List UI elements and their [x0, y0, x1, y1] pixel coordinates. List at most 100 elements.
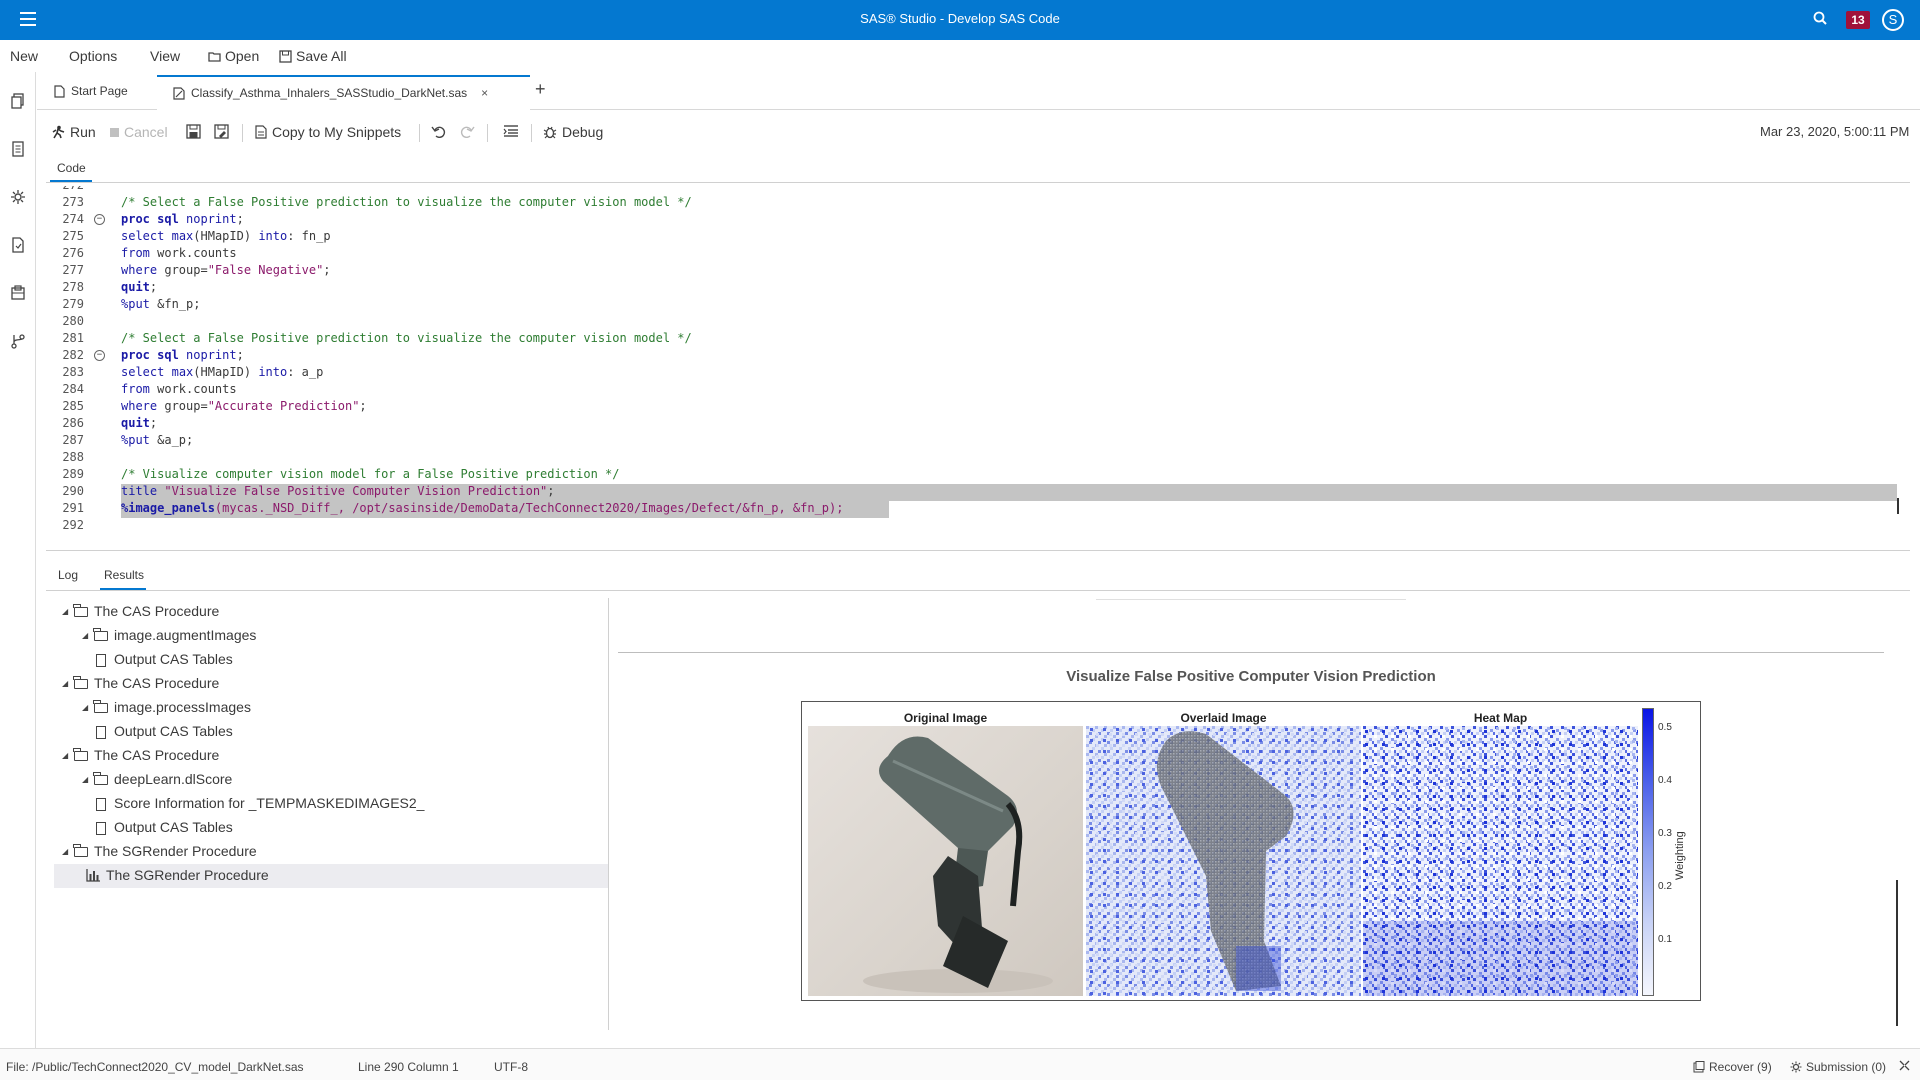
- add-tab-icon[interactable]: +: [535, 79, 546, 100]
- code-line[interactable]: 282− proc sql noprint;: [46, 348, 1910, 365]
- save-all-icon: [279, 49, 292, 63]
- tab-log[interactable]: Log: [58, 568, 78, 582]
- expand-toggle-icon[interactable]: ◢: [82, 775, 88, 784]
- code-line[interactable]: 280: [46, 314, 1910, 331]
- code-line[interactable]: 276 from work.counts: [46, 246, 1910, 263]
- format-code-icon[interactable]: [503, 124, 519, 138]
- results-tree-item[interactable]: ◢ The CAS Procedure: [54, 672, 608, 696]
- overlaid-image-panel: [1086, 726, 1361, 996]
- menu-view-label: View: [150, 48, 181, 64]
- git-branch-icon[interactable]: [10, 333, 26, 349]
- notifications-badge[interactable]: 13: [1846, 11, 1870, 29]
- expand-toggle-icon[interactable]: ◢: [82, 703, 88, 712]
- run-label: Run: [70, 124, 96, 140]
- expand-toggle-icon[interactable]: ◢: [62, 607, 68, 616]
- menu-view[interactable]: View: [150, 48, 180, 64]
- results-tree-item[interactable]: ◢ image.augmentImages: [54, 624, 608, 648]
- close-tab-icon[interactable]: ×: [481, 86, 488, 100]
- expand-toggle-icon[interactable]: ◢: [62, 751, 68, 760]
- results-tree-item[interactable]: ◢ The SGRender Procedure: [54, 840, 608, 864]
- code-text: select max(HMapID) into: a_p: [121, 365, 324, 379]
- recover-button[interactable]: Recover (9): [1693, 1060, 1772, 1074]
- save-icon[interactable]: [186, 124, 201, 139]
- code-line[interactable]: 288: [46, 450, 1910, 467]
- results-scrollbar-thumb[interactable]: [1896, 880, 1898, 1026]
- results-tree-item[interactable]: Output CAS Tables: [54, 816, 608, 840]
- editor-scrollbar-thumb[interactable]: [1897, 498, 1899, 514]
- code-line[interactable]: 289 /* Visualize computer vision model fo…: [46, 467, 1910, 484]
- results-tree-item[interactable]: ◢ The CAS Procedure: [54, 744, 608, 768]
- status-encoding: UTF-8: [494, 1060, 528, 1074]
- code-line[interactable]: 283 select max(HMapID) into: a_p: [46, 365, 1910, 382]
- results-tree-item[interactable]: Score Information for _TEMPMASKEDIMAGES2…: [54, 792, 608, 816]
- status-file-path: File: /Public/TechConnect2020_CV_model_D…: [6, 1060, 304, 1074]
- line-number: 272: [46, 186, 84, 192]
- save-as-icon[interactable]: [214, 124, 229, 139]
- copy-to-snippets-button[interactable]: Copy to My Snippets: [255, 124, 401, 140]
- folder-open-icon: [208, 51, 221, 62]
- folder-icon: [73, 604, 88, 617]
- cancel-button[interactable]: Cancel: [110, 124, 168, 140]
- code-line[interactable]: 291 %image_panels(mycas._NSD_Diff_, /opt/…: [46, 501, 1910, 518]
- menu-options[interactable]: Options: [69, 48, 117, 64]
- code-line[interactable]: 279 %put &fn_p;: [46, 297, 1910, 314]
- code-tab-divider: [46, 182, 1910, 183]
- submission-gear-icon: [1790, 1061, 1802, 1073]
- results-tree-item[interactable]: Output CAS Tables: [54, 720, 608, 744]
- code-line[interactable]: 292: [46, 518, 1910, 530]
- libraries-icon[interactable]: [10, 285, 26, 301]
- snippets-icon[interactable]: [10, 141, 26, 157]
- fold-toggle-icon[interactable]: −: [94, 214, 105, 225]
- results-tree-item[interactable]: ◢ The CAS Procedure: [54, 600, 608, 624]
- results-tree-label: Output CAS Tables: [114, 819, 233, 835]
- editor-divider: [46, 550, 1910, 551]
- search-icon[interactable]: [1812, 10, 1830, 28]
- tasks-gear-icon[interactable]: [10, 189, 26, 205]
- code-text: title "Visualize False Positive Computer…: [121, 484, 555, 498]
- line-number: 283: [62, 365, 84, 379]
- tab-start-page[interactable]: Start Page: [54, 84, 128, 98]
- results-tree-item[interactable]: The SGRender Procedure: [54, 864, 608, 888]
- results-tree-label: image.augmentImages: [114, 627, 257, 643]
- code-line[interactable]: 275 select max(HMapID) into: fn_p: [46, 229, 1910, 246]
- file-references-icon[interactable]: [10, 237, 26, 253]
- code-line[interactable]: 281 /* Select a False Positive prediction…: [46, 331, 1910, 348]
- run-button[interactable]: Run: [51, 124, 96, 140]
- expand-toggle-icon[interactable]: ◢: [62, 679, 68, 688]
- menu-new[interactable]: New: [10, 48, 38, 64]
- submission-button[interactable]: Submission (0): [1790, 1060, 1886, 1074]
- results-panel-divider[interactable]: [608, 598, 609, 1030]
- tab-code[interactable]: Code: [57, 161, 86, 175]
- code-line[interactable]: 274− proc sql noprint;: [46, 212, 1910, 229]
- code-line[interactable]: 278 quit;: [46, 280, 1910, 297]
- tab-active-program[interactable]: Classify_Asthma_Inhalers_SASStudio_DarkN…: [157, 75, 530, 111]
- code-line[interactable]: 287 %put &a_p;: [46, 433, 1910, 450]
- code-line[interactable]: 273 /* Select a False Positive prediction…: [46, 195, 1910, 212]
- fold-toggle-icon[interactable]: −: [94, 350, 105, 361]
- code-line[interactable]: 290 title "Visualize False Positive Compu…: [46, 484, 1910, 501]
- code-editor[interactable]: 272 273 /* Select a False Positive predict…: [46, 186, 1910, 530]
- undo-icon[interactable]: [431, 124, 447, 138]
- original-image-panel: [808, 726, 1083, 996]
- results-tree-item[interactable]: ◢ deepLearn.dlScore: [54, 768, 608, 792]
- menu-save-all[interactable]: Save All: [279, 48, 347, 64]
- code-line[interactable]: 284 from work.counts: [46, 382, 1910, 399]
- menu-open[interactable]: Open: [208, 48, 259, 64]
- results-tree-item[interactable]: ◢ image.processImages: [54, 696, 608, 720]
- code-line[interactable]: 285 where group="Accurate Prediction";: [46, 399, 1910, 416]
- code-text: %put &a_p;: [121, 433, 194, 447]
- results-tree-item[interactable]: Output CAS Tables: [54, 648, 608, 672]
- server-files-icon[interactable]: [10, 93, 26, 109]
- code-line[interactable]: 277 where group="False Negative";: [46, 263, 1910, 280]
- collapse-icon[interactable]: [1898, 1059, 1911, 1072]
- user-avatar[interactable]: S: [1882, 9, 1904, 31]
- expand-toggle-icon[interactable]: ◢: [82, 631, 88, 640]
- line-number: 291: [62, 501, 84, 515]
- tab-results[interactable]: Results: [104, 568, 144, 582]
- code-line[interactable]: 286 quit;: [46, 416, 1910, 433]
- code-line[interactable]: 272: [46, 186, 1910, 195]
- redo-icon[interactable]: [459, 124, 475, 138]
- menu-bar: New Options View Open Save All: [0, 40, 1920, 72]
- expand-toggle-icon[interactable]: ◢: [62, 847, 68, 856]
- debug-button[interactable]: Debug: [543, 124, 603, 140]
